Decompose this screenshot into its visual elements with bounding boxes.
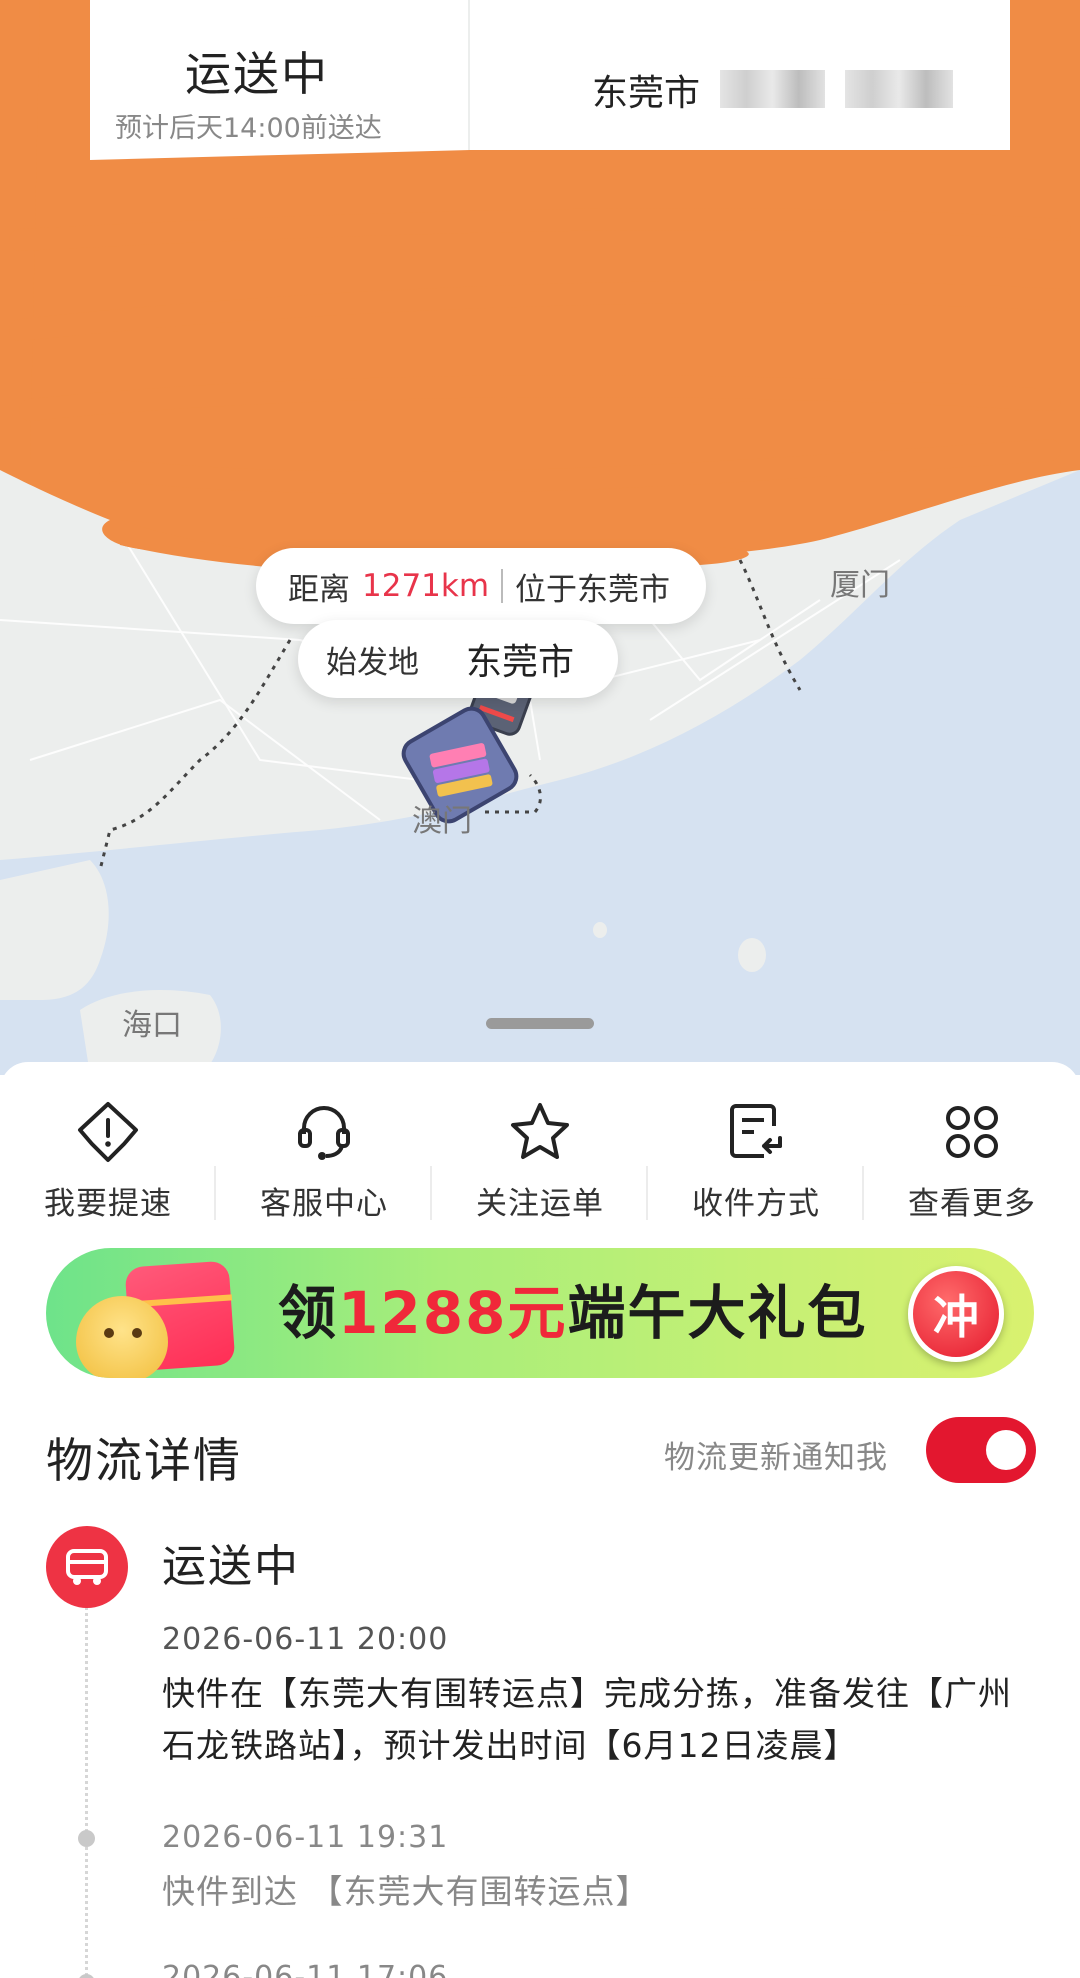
action-speed-up[interactable]: 我要提速 — [0, 1094, 216, 1234]
quick-actions: 我要提速 客服中心 关注运单 收件方式 查看更多 — [0, 1094, 1080, 1234]
star-icon — [511, 1103, 569, 1159]
action-label: 客服中心 — [260, 1186, 388, 1222]
grid-icon — [946, 1106, 998, 1158]
current-city-label: 东莞市 — [466, 642, 575, 683]
action-receive-method[interactable]: 收件方式 — [648, 1094, 864, 1234]
event-status: 运送中 — [162, 1541, 300, 1592]
action-follow-waybill[interactable]: 关注运单 — [432, 1094, 648, 1234]
promo-suffix: 端午大礼包 — [567, 1279, 868, 1347]
action-customer-service[interactable]: 客服中心 — [216, 1094, 432, 1234]
event-time: 2026-06-11 17:06 — [162, 1960, 449, 1978]
notify-toggle[interactable] — [926, 1417, 1036, 1483]
event-time: 2026-06-11 19:31 — [162, 1820, 449, 1855]
promo-text: 领1288元端午大礼包 — [278, 1266, 867, 1350]
map-view[interactable]: 运送中 预计后天14:00前送达 东莞市 距离 1271km 位于东莞市 始发地… — [0, 0, 1080, 1075]
origin-label: 始发地 — [326, 644, 419, 681]
timeline-dot — [78, 1974, 95, 1978]
action-label: 收件方式 — [692, 1186, 820, 1222]
in-transit-truck-icon — [46, 1526, 128, 1608]
distance-label: 距离 — [288, 571, 350, 608]
action-label: 查看更多 — [908, 1186, 1036, 1222]
event-description: 快件在【东莞大有围转运点】完成分拣，准备发往【广州石龙铁路站】，预计发出时间【6… — [162, 1674, 1012, 1765]
action-label: 关注运单 — [476, 1186, 604, 1222]
current-location-text: 位于东莞市 — [515, 571, 671, 608]
sheet-drag-handle[interactable] — [486, 1018, 594, 1029]
timeline-dot — [78, 1830, 95, 1847]
timeline-line — [85, 1582, 88, 1978]
toggle-knob — [986, 1430, 1026, 1470]
action-see-more[interactable]: 查看更多 — [864, 1094, 1080, 1234]
distance-value: 1271km — [362, 568, 490, 604]
map-label-macau: 澳门 — [412, 804, 472, 839]
mascot-eye — [132, 1328, 142, 1338]
alert-bubble-icon — [78, 1102, 138, 1162]
promo-banner[interactable]: 领1288元端午大礼包 冲 — [46, 1248, 1034, 1378]
event-description: 快件到达 【东莞大有围转运点】 — [162, 1872, 650, 1911]
event-time: 2026-06-11 20:00 — [162, 1622, 449, 1657]
bottom-sheet: 我要提速 客服中心 关注运单 收件方式 查看更多 领1288元端午大礼包 冲 物… — [0, 1062, 1080, 1978]
origin-pill: 始发地 东莞市 — [298, 620, 618, 698]
edit-note-icon — [730, 1104, 782, 1158]
map-label-haikou: 海口 — [122, 1008, 182, 1043]
notify-label: 物流更新通知我 — [664, 1440, 888, 1476]
logistics-title: 物流详情 — [46, 1434, 242, 1489]
redaction-scribble — [0, 0, 1080, 574]
truck-icon — [66, 1549, 108, 1585]
promo-amount: 1288元 — [338, 1279, 568, 1347]
distance-pill: 距离 1271km 位于东莞市 — [256, 548, 706, 624]
map-label-xiamen: 厦门 — [830, 568, 890, 603]
promo-prefix: 领 — [278, 1279, 339, 1347]
promo-go-button[interactable]: 冲 — [908, 1266, 1004, 1362]
mascot-graphic — [76, 1296, 168, 1378]
pill-divider — [501, 569, 504, 603]
mascot-eye — [104, 1328, 114, 1338]
headset-icon — [298, 1106, 350, 1160]
action-label: 我要提速 — [44, 1186, 172, 1222]
